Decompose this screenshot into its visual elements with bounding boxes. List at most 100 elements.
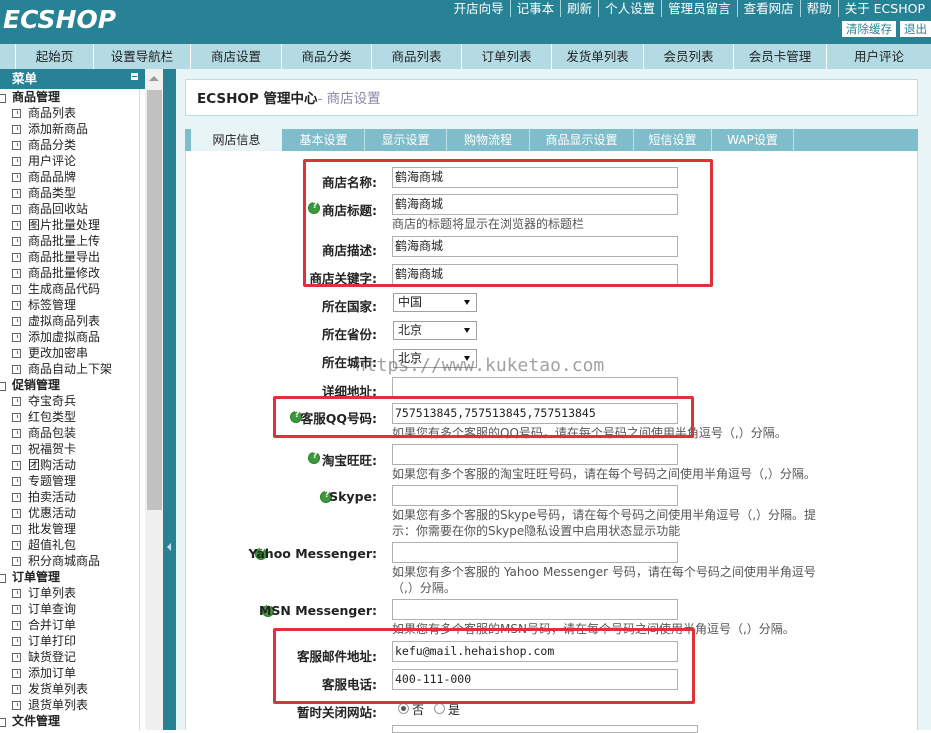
menu-item[interactable]: 商品批量上传 [0,233,139,249]
top-link-notepad[interactable]: 记事本 [509,0,561,17]
chevron-down-icon [464,300,470,305]
close-no-radio[interactable] [398,703,409,714]
close-yes-radio[interactable] [434,703,445,714]
skype-input[interactable] [392,485,678,506]
menu-item[interactable]: 缺货登记 [0,649,139,665]
menu-item[interactable]: 商品自动上下架 [0,361,139,377]
nav-item-orders[interactable]: 订单列表 [462,44,552,69]
menu-item[interactable]: 添加订单 [0,665,139,681]
menu-item[interactable]: 商品批量导出 [0,249,139,265]
left-menu: 商品管理 商品列表 添加新商品 商品分类 用户评论 商品品牌 商品类型 商品回收站 图片批量处理… [0,89,140,730]
collapse-arrow-icon[interactable] [167,543,171,551]
menu-item[interactable]: 订单列表 [0,585,139,601]
menu-category[interactable]: 促销管理 [0,377,139,393]
wangwang-label: 淘宝旺旺: [322,453,377,468]
menu-item[interactable]: 积分商城商品 [0,553,139,569]
menu-item[interactable]: 商品列表 [0,105,139,121]
yahoo-label: Yahoo Messenger: [248,546,377,561]
nav-item-shop-settings[interactable]: 商店设置 [191,44,282,69]
logout-button[interactable]: 退出 [900,21,931,37]
tab-shopping-flow[interactable]: 购物流程 [447,129,530,151]
scroll-up-icon[interactable] [149,76,159,81]
menu-item[interactable]: 添加新商品 [0,121,139,137]
menu-item[interactable]: 生成商品代码 [0,281,139,297]
nav-item-users[interactable]: 会员列表 [644,44,734,69]
yahoo-input[interactable] [392,542,678,563]
menu-item[interactable]: 团购活动 [0,457,139,473]
wangwang-input[interactable] [392,444,678,465]
menu-item[interactable]: 商品回收站 [0,201,139,217]
menu-item[interactable]: 商品包装 [0,425,139,441]
menu-item[interactable]: 商品批量修改 [0,265,139,281]
nav-item-comments[interactable]: 用户评论 [827,44,931,69]
menu-item[interactable]: 订单查询 [0,601,139,617]
menu-item[interactable]: 更改加密串 [0,345,139,361]
menu-item[interactable]: 合并订单 [0,617,139,633]
menu-item[interactable]: 虚拟商品列表 [0,313,139,329]
country-select[interactable]: 中国 [393,293,477,312]
scrollbar-thumb[interactable] [147,90,162,510]
skype-note-line2: 示：你需要在你的Skype隐私设置中启用状态显示功能 [392,524,681,538]
ecshop-logo: ECSHOP [3,5,117,34]
top-links: 开店向导 记事本 刷新 个人设置 管理员留言 查看网店 帮助 关于 ECSHOP [448,0,931,17]
menu-item[interactable]: 批发管理 [0,521,139,537]
top-link-help[interactable]: 帮助 [799,0,838,17]
menu-item[interactable]: 红包类型 [0,409,139,425]
nav-item-categories[interactable]: 商品分类 [282,44,372,69]
nav-spacer [0,44,16,69]
menu-item[interactable]: 商品品牌 [0,169,139,185]
menu-item[interactable]: 标签管理 [0,297,139,313]
msn-input[interactable] [392,599,678,620]
tab-shop-info[interactable]: 网店信息 [191,129,283,151]
highlight-box [303,159,713,287]
menu-item[interactable]: 发货单列表 [0,681,139,697]
menu-item[interactable]: 超值礼包 [0,537,139,553]
menu-item[interactable]: 订单打印 [0,633,139,649]
tab-basic[interactable]: 基本设置 [283,129,365,151]
highlight-box [273,396,694,438]
menu-item[interactable]: 退货单列表 [0,697,139,713]
tab-display[interactable]: 显示设置 [365,129,447,151]
close-comment-input[interactable] [392,725,698,733]
top-link-wizard[interactable]: 开店向导 [448,0,510,17]
breadcrumb: ECSHOP 管理中心- 商店设置 [185,79,918,116]
menu-scrollbar[interactable] [145,69,163,730]
menu-item[interactable]: 祝福贺卡 [0,441,139,457]
city-label: 所在城市: [322,355,377,370]
province-label: 所在省份: [322,327,377,342]
yahoo-note-line2: （,）分隔。 [392,581,456,595]
tab-goods-display[interactable]: 商品显示设置 [530,129,634,151]
top-link-view-shop[interactable]: 查看网店 [736,0,800,17]
menu-category[interactable]: 订单管理 [0,569,139,585]
menu-item[interactable]: 专题管理 [0,473,139,489]
nav-item-goods-list[interactable]: 商品列表 [372,44,462,69]
collapse-menu-icon[interactable] [130,72,139,81]
nav-item-nav-settings[interactable]: 设置导航栏 [94,44,191,69]
skype-note-line1: 如果您有多个客服的Skype号码，请在每个号码之间使用半角逗号（,）分隔。提 [392,508,817,522]
top-link-profile[interactable]: 个人设置 [598,0,661,17]
address-input[interactable] [392,377,678,398]
province-select[interactable]: 北京 [393,321,477,340]
menu-item[interactable]: 优惠活动 [0,505,139,521]
nav-item-deliveries[interactable]: 发货单列表 [552,44,644,69]
menu-item[interactable]: 拍卖活动 [0,489,139,505]
menu-item[interactable]: 图片批量处理 [0,217,139,233]
nav-item-member-cards[interactable]: 会员卡管理 [734,44,827,69]
settings-tabs: 网店信息 基本设置 显示设置 购物流程 商品显示设置 短信设置 WAP设置 [185,129,918,151]
tab-sms[interactable]: 短信设置 [634,129,712,151]
top-link-refresh[interactable]: 刷新 [560,0,598,17]
menu-category[interactable]: 文件管理 [0,713,139,729]
menu-item[interactable]: 商品分类 [0,137,139,153]
nav-item-home[interactable]: 起始页 [16,44,94,69]
clear-cache-button[interactable]: 清除缓存 [842,21,896,37]
menu-item[interactable]: 添加虚拟商品 [0,329,139,345]
close-shop-label: 暂时关闭网站: [297,705,377,720]
top-link-about[interactable]: 关于 ECSHOP [837,0,931,17]
menu-item[interactable]: 夺宝奇兵 [0,393,139,409]
tab-wap[interactable]: WAP设置 [712,129,794,151]
menu-item[interactable]: 商品类型 [0,185,139,201]
menu-category[interactable]: 商品管理 [0,89,139,105]
menu-item[interactable]: 用户评论 [0,153,139,169]
top-link-admin-messages[interactable]: 管理员留言 [661,0,737,17]
frame-splitter[interactable] [163,69,176,730]
